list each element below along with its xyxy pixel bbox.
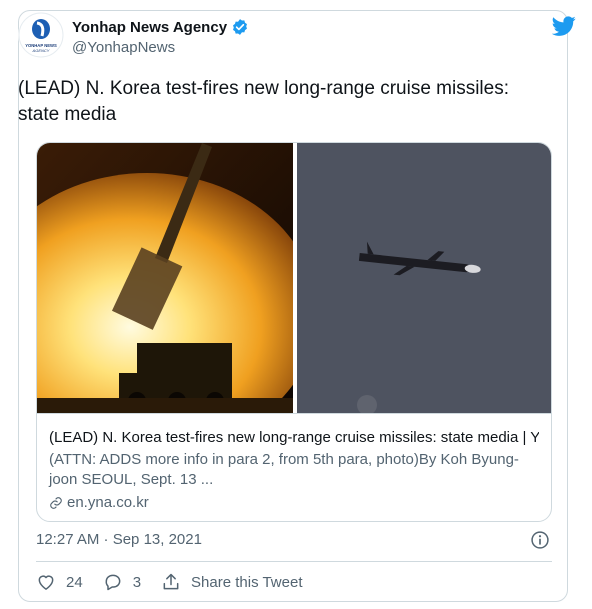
yonhap-logo-icon: YONHAP NEWS AGENCY: [18, 12, 64, 58]
share-label: Share this Tweet: [191, 573, 303, 591]
verified-badge-icon: [233, 19, 248, 35]
share-button[interactable]: Share this Tweet: [161, 572, 302, 592]
divider: [36, 561, 552, 562]
twitter-bird-icon[interactable]: [552, 14, 576, 38]
tweet-text: (LEAD) N. Korea test-fires new long-rang…: [18, 78, 510, 125]
like-button[interactable]: 24: [36, 572, 83, 592]
share-icon: [163, 573, 179, 590]
author-names: Yonhap News Agency @YonhapNews: [72, 18, 249, 56]
reply-icon: [105, 574, 121, 591]
link-card-domain-text: en.yna.co.kr: [67, 494, 149, 511]
tweet-header: YONHAP NEWS AGENCY Yonhap News Agency @Y…: [18, 12, 576, 60]
like-count: 24: [66, 573, 83, 591]
reply-count: 3: [132, 573, 142, 591]
link-card-title: (LEAD) N. Korea test-fires new long-rang…: [49, 429, 539, 446]
svg-text:AGENCY: AGENCY: [32, 48, 50, 53]
link-card-body: (LEAD) N. Korea test-fires new long-rang…: [37, 413, 551, 521]
heart-icon: [38, 575, 54, 590]
link-icon: [50, 496, 62, 509]
link-card[interactable]: (LEAD) N. Korea test-fires new long-rang…: [36, 142, 552, 522]
avatar[interactable]: YONHAP NEWS AGENCY: [18, 12, 64, 58]
display-name-text: Yonhap News Agency: [72, 18, 228, 36]
cruise-missile-photo: [297, 143, 551, 413]
reply-button[interactable]: 3: [103, 572, 141, 592]
info-icon[interactable]: [530, 530, 550, 550]
link-card-media: [37, 143, 551, 413]
link-card-description: (ATTN: ADDS more info in para 2, from 5t…: [49, 451, 519, 488]
author-display-name[interactable]: Yonhap News Agency: [72, 18, 249, 36]
missile-launch-photo: [37, 143, 293, 413]
link-card-domain: en.yna.co.kr: [49, 494, 539, 511]
tweet-timestamp[interactable]: 12:27 AM · Sep 13, 2021: [36, 531, 202, 548]
tweet-actions: 24 3 Share this Tweet: [36, 570, 322, 594]
author-handle[interactable]: @YonhapNews: [72, 39, 249, 56]
